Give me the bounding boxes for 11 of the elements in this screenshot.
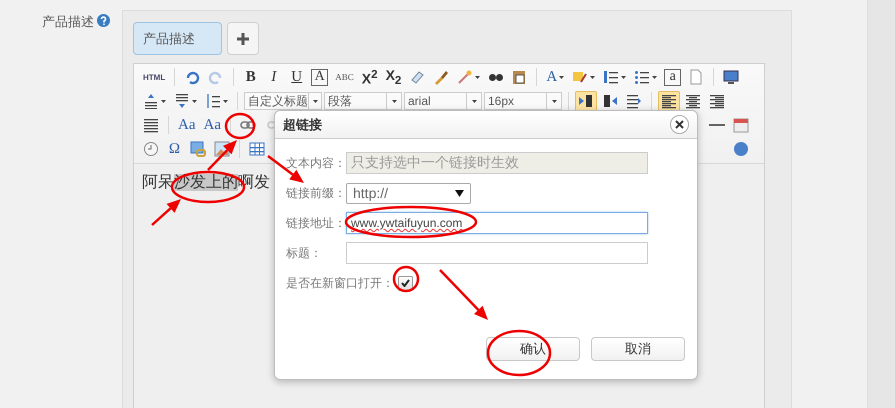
select-value: arial [408,94,431,108]
select-value: 16px [488,94,514,108]
field-label: 产品描述 [42,14,94,30]
field-label: 标题： [286,244,323,262]
field-label: 是否在新窗口打开： [286,274,394,292]
select-value: 段落 [328,92,352,110]
field-label: 链接前缀： [286,184,346,202]
field-label: 链接地址： [286,214,346,232]
field-label: 文本内容： [286,154,346,172]
select-value: 自定义标题 [248,92,308,110]
dialog-title: 超链接 [283,116,322,134]
